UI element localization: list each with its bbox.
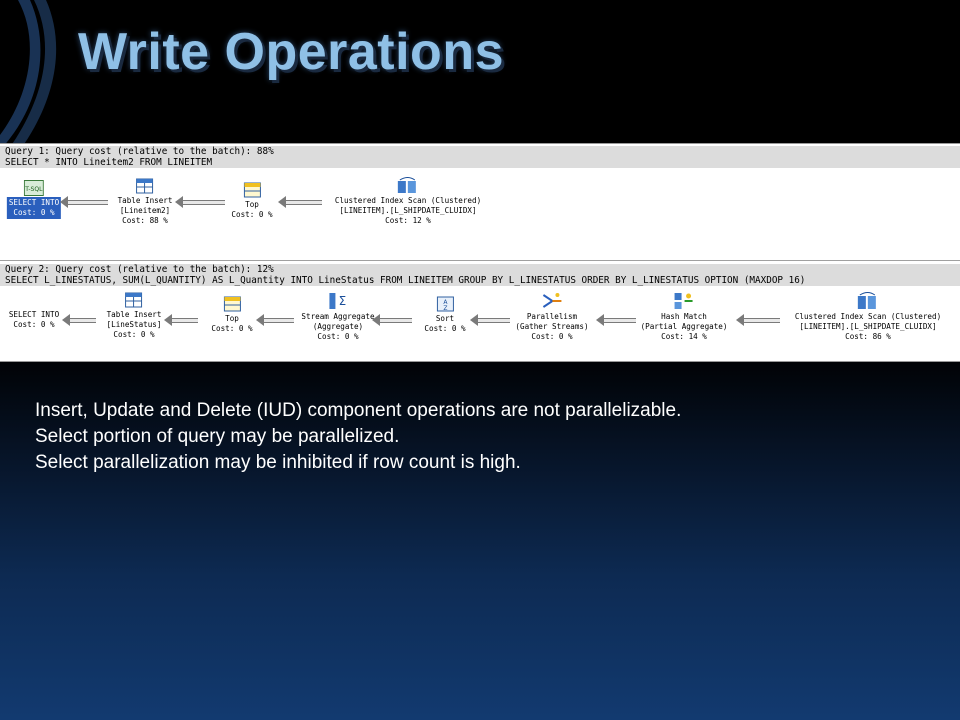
sort-icon: A Z <box>436 296 454 312</box>
table-insert-icon <box>136 178 154 194</box>
query2-cost-line: Query 2: Query cost (relative to the bat… <box>5 264 274 275</box>
q1-arrow-3 <box>278 196 322 208</box>
q2-arrow-6 <box>596 314 636 326</box>
q2-arrow-7 <box>736 314 780 326</box>
q2-node-sort[interactable]: A Z Sort Cost: 0 % <box>424 295 466 334</box>
select-icon <box>23 293 44 309</box>
q1-node-clustered-index-scan[interactable]: Clustered Index Scan (Clustered) [LINEIT… <box>335 177 481 226</box>
parallelism-icon <box>542 293 561 308</box>
q1-node-top[interactable]: Top Cost: 0 % <box>231 181 273 220</box>
q1-arrow-2 <box>175 196 225 208</box>
clustered-index-scan-icon <box>398 177 416 193</box>
bullet-list: Insert, Update and Delete (IUD) componen… <box>35 398 681 476</box>
q1-node-table-insert[interactable]: Table Insert [Lineitem2] Cost: 88 % <box>118 177 172 226</box>
top-icon <box>223 296 241 312</box>
query2-sql-line: SELECT L_LINESTATUS, SUM(L_QUANTITY) AS … <box>5 275 806 286</box>
q2-arrow-5 <box>470 314 510 326</box>
query-separator <box>0 260 960 261</box>
query1-sql-line: SELECT * INTO Lineitem2 FROM LINEITEM <box>5 157 213 168</box>
clustered-index-scan-icon <box>858 292 876 309</box>
q2-arrow-1 <box>62 314 96 326</box>
q1-arrow-1 <box>60 196 108 208</box>
stream-aggregate-icon: Σ <box>329 293 346 309</box>
query1-header: Query 1: Query cost (relative to the bat… <box>0 146 960 168</box>
top-icon <box>243 182 261 198</box>
slide-title: Write Operations <box>78 23 505 81</box>
svg-text:Σ: Σ <box>338 294 346 308</box>
bullet-item: Select parallelization may be inhibited … <box>35 452 521 473</box>
hash-match-icon <box>675 293 693 309</box>
q2-node-clustered-index-scan[interactable]: Clustered Index Scan (Clustered) [LINEIT… <box>795 291 941 342</box>
q2-node-select-into[interactable]: SELECT INTO Cost: 0 % <box>9 293 59 330</box>
q2-arrow-4 <box>372 314 412 326</box>
execution-plan-panel: Query 1: Query cost (relative to the bat… <box>0 143 960 362</box>
svg-text:Z: Z <box>443 305 447 312</box>
bullet-item: Select portion of query may be paralleli… <box>35 426 400 447</box>
q2-node-hash-match[interactable]: Hash Match (Partial Aggregate) Cost: 14 … <box>641 291 727 342</box>
q2-arrow-2 <box>164 314 198 326</box>
q2-node-parallelism[interactable]: Parallelism (Gather Streams) Cost: 0 % <box>515 291 589 342</box>
table-insert-icon <box>125 292 143 308</box>
query1-cost-line: Query 1: Query cost (relative to the bat… <box>5 146 274 157</box>
q2-node-table-insert[interactable]: Table Insert [LineStatus] Cost: 0 % <box>107 291 161 340</box>
q1-node-select-into[interactable]: T-SQL SELECT INTO Cost: 0 % <box>6 180 62 219</box>
tsql-icon: T-SQL <box>23 180 44 196</box>
query2-header: Query 2: Query cost (relative to the bat… <box>0 264 960 286</box>
q2-arrow-3 <box>256 314 294 326</box>
svg-text:T-SQL: T-SQL <box>24 186 43 193</box>
bullet-item: Insert, Update and Delete (IUD) componen… <box>35 400 682 421</box>
q2-node-top[interactable]: Top Cost: 0 % <box>211 295 253 334</box>
q2-node-stream-aggregate[interactable]: Σ Stream Aggregate (Aggregate) Cost: 0 % <box>301 291 375 342</box>
